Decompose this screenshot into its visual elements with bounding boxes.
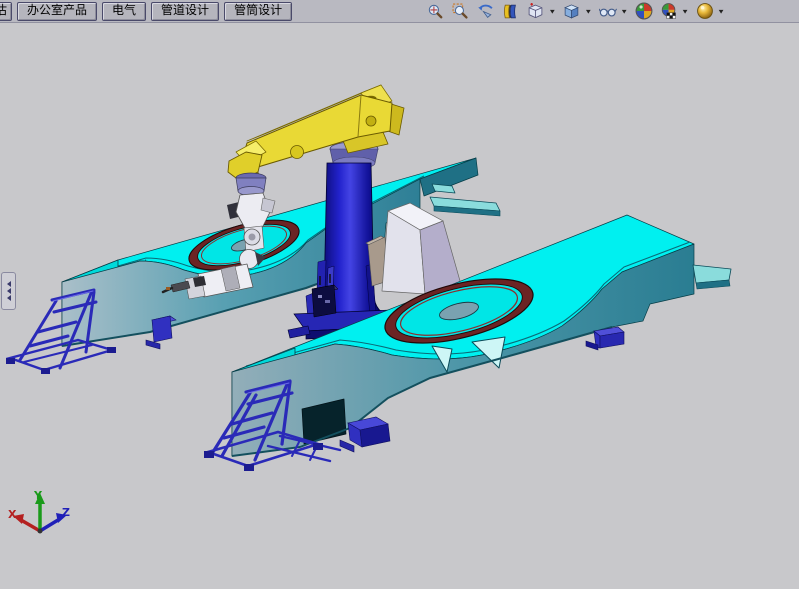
tab-electrical[interactable]: 电气 bbox=[102, 2, 146, 21]
collapse-arrow-icon bbox=[7, 281, 11, 287]
solidworks-window: 估 办公室产品 电气 管道设计 管筒设计 bbox=[0, 0, 799, 589]
command-manager-toolbar: 估 办公室产品 电气 管道设计 管筒设计 bbox=[0, 0, 799, 23]
command-tabs: 估 办公室产品 电气 管道设计 管筒设计 bbox=[0, 0, 297, 23]
side-panel-toggle[interactable] bbox=[1, 272, 16, 310]
graphics-viewport[interactable]: X Y Z bbox=[0, 22, 799, 589]
view-settings-dropdown[interactable]: ▼ bbox=[717, 7, 725, 14]
tab-partial[interactable]: 估 bbox=[0, 2, 12, 21]
tab-tubing[interactable]: 管筒设计 bbox=[224, 2, 292, 21]
view-orientation-icon[interactable] bbox=[526, 2, 545, 21]
collapse-arrow-icon bbox=[7, 288, 11, 294]
zoom-to-fit-icon[interactable] bbox=[426, 2, 445, 21]
tab-office-products[interactable]: 办公室产品 bbox=[17, 2, 97, 21]
tab-piping[interactable]: 管道设计 bbox=[151, 2, 219, 21]
apply-scene-dropdown[interactable]: ▼ bbox=[681, 7, 689, 14]
triad-x-label: X bbox=[8, 508, 17, 521]
view-orientation-dropdown[interactable]: ▼ bbox=[548, 7, 556, 14]
display-style-icon[interactable] bbox=[562, 2, 581, 21]
hide-show-items-dropdown[interactable]: ▼ bbox=[620, 7, 628, 14]
hide-show-items-icon[interactable] bbox=[598, 2, 617, 21]
edit-appearance-icon[interactable] bbox=[634, 2, 653, 21]
zoom-to-area-icon[interactable] bbox=[451, 2, 470, 21]
display-style-dropdown[interactable]: ▼ bbox=[584, 7, 592, 14]
collapse-arrow-icon bbox=[7, 295, 11, 301]
heads-up-view-toolbar: ▼ ▼ ▼ bbox=[426, 2, 799, 21]
triad-y-label: Y bbox=[33, 489, 43, 502]
view-settings-icon[interactable] bbox=[695, 2, 714, 21]
triad-z-label: Z bbox=[62, 506, 70, 519]
section-view-icon[interactable] bbox=[501, 2, 520, 21]
previous-view-icon[interactable] bbox=[476, 2, 495, 21]
apply-scene-icon[interactable] bbox=[659, 2, 678, 21]
